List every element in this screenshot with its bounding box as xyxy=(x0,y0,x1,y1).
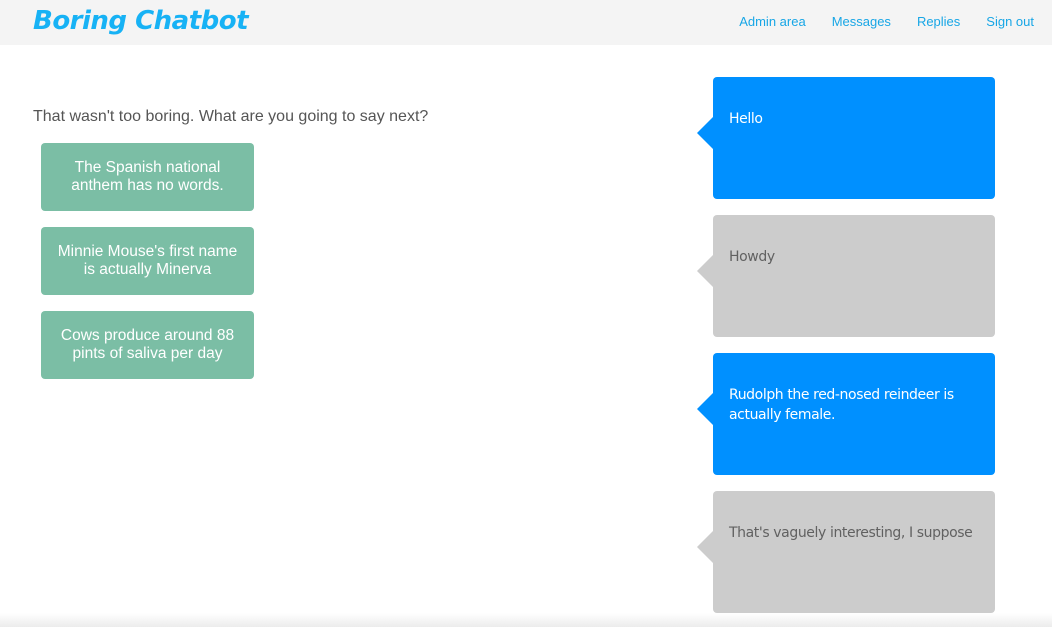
reply-options: The Spanish national anthem has no words… xyxy=(41,143,254,395)
nav-link-messages[interactable]: Messages xyxy=(832,14,891,29)
message-text: Howdy xyxy=(729,247,979,267)
user-message-bubble: That's vaguely interesting, I suppose xyxy=(713,491,995,613)
nav-link-sign-out[interactable]: Sign out xyxy=(986,14,1034,29)
chat-thread: Hello Howdy Rudolph the red-nosed reinde… xyxy=(697,77,995,629)
bot-message-bubble: Rudolph the red-nosed reindeer is actual… xyxy=(713,353,995,475)
message-text: Rudolph the red-nosed reindeer is actual… xyxy=(729,385,979,425)
message-text: Hello xyxy=(729,109,979,129)
bot-message-bubble: Hello xyxy=(713,77,995,199)
next-reply-prompt: That wasn't too boring. What are you goi… xyxy=(33,108,428,126)
reply-option-button[interactable]: The Spanish national anthem has no words… xyxy=(41,143,254,211)
nav-links: Admin area Messages Replies Sign out xyxy=(739,14,1034,29)
message-text: That's vaguely interesting, I suppose xyxy=(729,523,979,543)
page-bottom-shadow xyxy=(0,613,1052,627)
reply-option-button[interactable]: Minnie Mouse's first name is actually Mi… xyxy=(41,227,254,295)
user-message-bubble: Howdy xyxy=(713,215,995,337)
top-navbar: Boring Chatbot Admin area Messages Repli… xyxy=(0,0,1052,45)
nav-link-replies[interactable]: Replies xyxy=(917,14,960,29)
nav-link-admin-area[interactable]: Admin area xyxy=(739,14,805,29)
reply-option-button[interactable]: Cows produce around 88 pints of saliva p… xyxy=(41,311,254,379)
brand-logo[interactable]: Boring Chatbot xyxy=(33,6,248,36)
